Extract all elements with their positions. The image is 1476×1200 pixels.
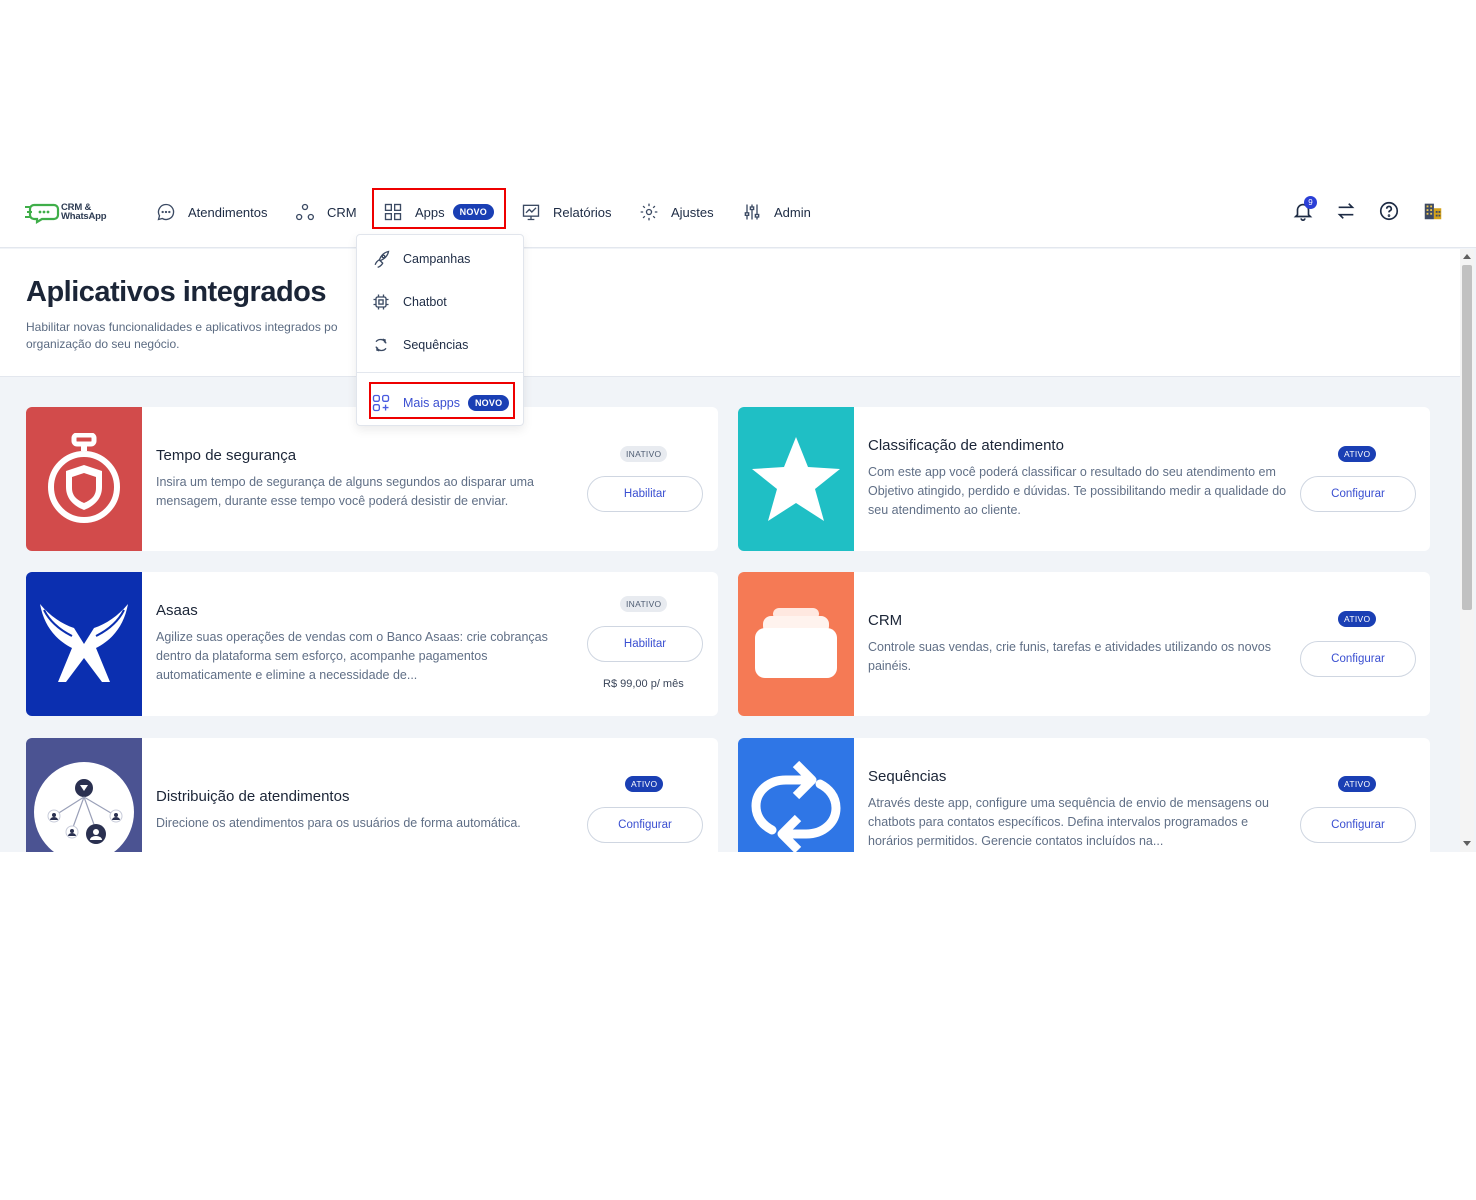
logo-line-2: WhatsApp <box>61 211 107 222</box>
scroll-up-arrow[interactable] <box>1463 254 1471 259</box>
configurar-button[interactable]: Configurar <box>1300 476 1416 512</box>
app-card-crm: CRM Controle suas vendas, crie funis, ta… <box>738 572 1430 716</box>
wings-logo-icon <box>40 604 128 682</box>
price-label: R$ 99,00 p/ mês <box>603 678 684 690</box>
cycle-arrows-icon <box>375 338 387 352</box>
page-subtitle-line-2: organização do seu negócio. <box>26 337 180 351</box>
notification-count: 9 <box>1304 196 1317 209</box>
apps-highlight-box <box>372 188 506 229</box>
rocket-icon <box>374 250 390 268</box>
card-image <box>738 572 854 716</box>
help-circle-icon <box>1379 201 1399 221</box>
nav-atendimentos-label: Atendimentos <box>188 204 268 220</box>
gear-icon <box>640 203 658 221</box>
star-icon <box>752 437 840 521</box>
chart-board-icon <box>522 204 540 221</box>
status-badge: ATIVO <box>625 776 664 792</box>
company-button[interactable] <box>1422 200 1446 224</box>
nodes-icon <box>296 203 314 221</box>
page-subtitle: Habilitar novas funcionalidades e aplica… <box>26 319 366 353</box>
mais-apps-highlight-box <box>369 382 515 419</box>
menu-item-sequencias[interactable]: Sequências <box>357 327 523 363</box>
nav-admin[interactable]: Admin <box>742 186 811 238</box>
configurar-button[interactable]: Configurar <box>587 807 703 843</box>
vertical-scrollbar[interactable] <box>1460 249 1474 852</box>
stacked-boxes-icon <box>755 608 837 678</box>
nav-relatorios-label: Relatórios <box>553 204 612 220</box>
menu-item-chatbot-label: Chatbot <box>403 295 447 309</box>
status-badge: ATIVO <box>1338 776 1377 792</box>
nav-atendimentos[interactable]: Atendimentos <box>156 186 268 238</box>
app-card-asaas: Asaas Agilize suas operações de vendas c… <box>26 572 718 716</box>
scroll-down-arrow[interactable] <box>1463 841 1471 846</box>
app-card-sequencias: Sequências Através deste app, configure … <box>738 738 1430 852</box>
nav-crm[interactable]: CRM <box>295 186 357 238</box>
configurar-button[interactable]: Configurar <box>1300 807 1416 843</box>
menu-item-sequencias-label: Sequências <box>403 338 469 352</box>
app-card-classificacao: Classificação de atendimento Com este ap… <box>738 407 1430 551</box>
nav-ajustes[interactable]: Ajustes <box>639 186 714 238</box>
sliders-icon <box>744 204 760 220</box>
card-image <box>26 407 142 551</box>
chat-bubble-icon <box>157 203 175 221</box>
status-badge: INATIVO <box>620 446 668 462</box>
card-description: Com este app você poderá classificar o r… <box>868 465 1287 517</box>
menu-item-chatbot[interactable]: Chatbot <box>357 284 523 320</box>
cycle-arrows-icon <box>751 760 841 852</box>
chip-icon <box>373 294 389 310</box>
card-title: Sequências <box>868 768 947 785</box>
nav-ajustes-label: Ajustes <box>671 204 714 220</box>
configurar-button[interactable]: Configurar <box>1300 641 1416 677</box>
distribution-network-icon <box>34 762 134 852</box>
card-description: Insira um tempo de segurança de alguns s… <box>156 475 535 508</box>
card-description: Através deste app, configure uma sequênc… <box>868 796 1269 848</box>
app-card-distribuicao: Distribuição de atendimentos Direcione o… <box>26 738 718 852</box>
card-description: Controle suas vendas, crie funis, tarefa… <box>868 640 1272 673</box>
page-header: Aplicativos integrados Habilitar novas f… <box>0 249 1460 377</box>
apps-dropdown-menu: Campanhas Chatbot Sequências Mais apps N… <box>356 234 524 426</box>
app-card-tempo-seguranca: Tempo de segurança Insira um tempo de se… <box>26 407 718 551</box>
card-title: Classificação de atendimento <box>868 437 1064 454</box>
nav-relatorios[interactable]: Relatórios <box>521 186 612 238</box>
card-title: Tempo de segurança <box>156 447 297 464</box>
logo[interactable]: CRM & WhatsApp <box>24 202 116 224</box>
card-title: CRM <box>868 612 903 629</box>
scroll-thumb[interactable] <box>1462 265 1472 610</box>
card-image <box>738 738 854 852</box>
habilitar-button[interactable]: Habilitar <box>587 476 703 512</box>
top-navigation: CRM & WhatsApp Atendimentos CRM Apps NOV… <box>0 186 1476 248</box>
menu-item-campanhas-label: Campanhas <box>403 252 471 266</box>
menu-divider <box>357 372 523 373</box>
help-button[interactable] <box>1378 200 1402 224</box>
notifications-button[interactable]: 9 <box>1292 196 1317 224</box>
page-subtitle-line-1: Habilitar novas funcionalidades e aplica… <box>26 320 338 334</box>
nav-crm-label: CRM <box>327 204 357 220</box>
app-frame: CRM & WhatsApp Atendimentos CRM Apps NOV… <box>0 186 1476 852</box>
card-image <box>26 572 142 716</box>
menu-item-campanhas[interactable]: Campanhas <box>357 241 523 277</box>
status-badge: ATIVO <box>1338 446 1377 462</box>
stopwatch-shield-icon <box>48 433 120 523</box>
card-title: Asaas <box>156 602 198 619</box>
card-description: Agilize suas operações de vendas com o B… <box>156 630 548 682</box>
status-badge: ATIVO <box>1338 611 1377 627</box>
switch-button[interactable] <box>1335 200 1359 224</box>
card-image <box>738 407 854 551</box>
card-description: Direcione os atendimentos para os usuári… <box>156 816 521 830</box>
building-icon <box>1424 203 1442 220</box>
nav-admin-label: Admin <box>774 204 811 220</box>
page-title: Aplicativos integrados <box>26 276 327 308</box>
card-title: Distribuição de atendimentos <box>156 788 350 805</box>
status-badge: INATIVO <box>620 596 668 612</box>
card-image <box>26 738 142 852</box>
chat-logo-icon <box>25 203 60 224</box>
habilitar-button[interactable]: Habilitar <box>587 626 703 662</box>
swap-arrows-icon <box>1337 203 1355 219</box>
